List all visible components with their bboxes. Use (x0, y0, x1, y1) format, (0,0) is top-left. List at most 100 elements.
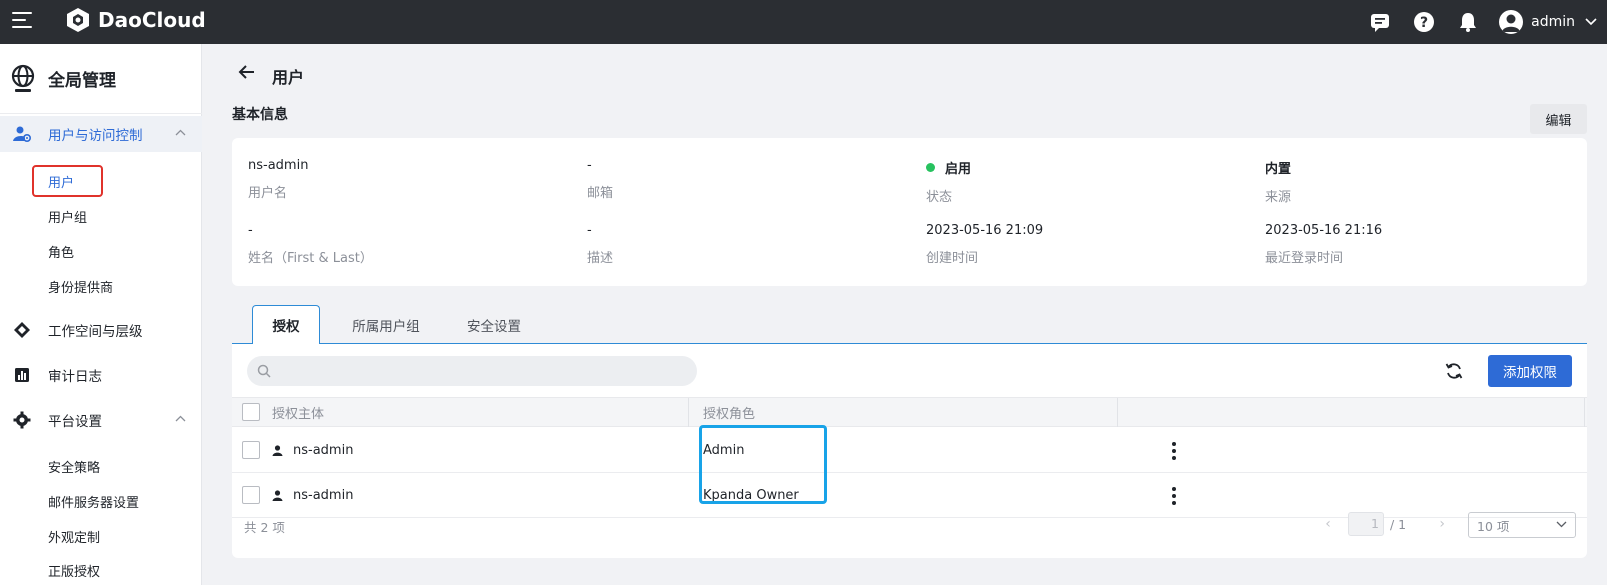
top-bar: DaoCloud ? admin (0, 0, 1607, 44)
info-value: 2023-05-16 21:09 (926, 223, 1044, 238)
back-arrow-icon[interactable] (238, 64, 256, 80)
info-label: 姓名（First & Last） (248, 251, 373, 266)
chevron-down-icon (1585, 18, 1597, 26)
section-title: 基本信息 (232, 107, 288, 123)
sidebar-item-user-access[interactable]: 用户与访问控制 (0, 116, 202, 152)
row-checkbox[interactable] (242, 441, 260, 459)
daocloud-logo-icon (67, 8, 89, 32)
prev-page-icon[interactable]: ‹ (1320, 516, 1336, 532)
sidebar-item-label: 工作空间与层级 (48, 324, 143, 340)
sidebar-header: 全局管理 (0, 44, 202, 114)
tab-authorization[interactable]: 授权 (252, 305, 320, 345)
row-checkbox[interactable] (242, 486, 260, 504)
gear-icon (12, 411, 32, 429)
edit-button[interactable]: 编辑 (1530, 104, 1587, 134)
column-divider (1584, 398, 1585, 427)
info-label: 来源 (1265, 190, 1292, 205)
help-icon[interactable]: ? (1411, 9, 1437, 35)
notification-bell-icon[interactable] (1455, 9, 1481, 35)
workspace-diamond-icon (12, 321, 32, 339)
audit-log-icon (12, 367, 32, 383)
page-size-select[interactable]: 10 项 (1468, 512, 1576, 538)
page-input[interactable]: 1 (1348, 512, 1384, 536)
username: admin (1531, 14, 1575, 30)
sidebar-item-mail-server[interactable]: 邮件服务器设置 (48, 492, 139, 511)
column-header-subject: 授权主体 (272, 407, 325, 422)
info-value: - (587, 223, 592, 238)
info-value: - (587, 158, 592, 173)
info-value: ns-admin (248, 158, 309, 173)
tab-user-groups[interactable]: 所属用户组 (336, 305, 436, 344)
globe-icon (11, 64, 35, 92)
pagination: ‹ 1 / 1 › (1320, 512, 1450, 536)
sidebar-item-license[interactable]: 正版授权 (48, 561, 100, 580)
info-label: 状态 (926, 190, 953, 205)
tab-bar: 授权 所属用户组 安全设置 (232, 305, 1587, 345)
subject-name: ns-admin (293, 443, 354, 458)
info-last-login: 2023-05-16 21:16 最近登录时间 (1265, 223, 1382, 266)
brand-logo[interactable]: DaoCloud (64, 6, 206, 34)
sidebar-item-appearance[interactable]: 外观定制 (48, 527, 100, 546)
more-actions-icon[interactable] (1170, 442, 1178, 460)
sidebar-item-identity-providers[interactable]: 身份提供商 (48, 277, 113, 296)
page-title: 用户 (272, 68, 305, 87)
sidebar-item-platform-settings[interactable]: 平台设置 (0, 402, 202, 438)
search-box[interactable] (247, 356, 697, 386)
info-value: - (248, 223, 253, 238)
status-dot (926, 163, 935, 172)
chevron-up-icon (175, 129, 186, 136)
svg-text:?: ? (1420, 15, 1428, 31)
message-icon[interactable] (1367, 9, 1393, 35)
sidebar-item-roles[interactable]: 角色 (48, 242, 74, 261)
next-page-icon[interactable]: › (1434, 516, 1450, 532)
user-icon (272, 490, 283, 501)
table-header: 授权主体 授权角色 (232, 397, 1587, 427)
column-divider (1117, 398, 1118, 427)
info-source: 内置 来源 (1265, 158, 1291, 205)
info-status: 启用 状态 (926, 158, 971, 205)
info-label: 用户名 (248, 186, 288, 201)
sidebar-item-label: 平台设置 (48, 414, 102, 430)
sidebar-item-user-groups[interactable]: 用户组 (48, 207, 87, 226)
info-email: - 邮箱 (587, 158, 613, 201)
more-actions-icon[interactable] (1170, 487, 1178, 505)
info-value: 2023-05-16 21:16 (1265, 223, 1383, 238)
user-icon (272, 445, 283, 456)
user-menu[interactable]: admin (1499, 10, 1597, 34)
subject-name: ns-admin (293, 488, 354, 503)
chevron-down-icon (1556, 521, 1567, 528)
info-label: 邮箱 (587, 186, 614, 201)
sidebar-item-audit-log[interactable]: 审计日志 (0, 357, 202, 393)
info-description: - 描述 (587, 223, 613, 266)
sidebar: 全局管理 用户与访问控制 用户 用户组 角色 身份提供商 工作空间与层级 审计日… (0, 44, 202, 585)
search-icon (257, 364, 271, 378)
table-row: ns-admin Admin (232, 428, 1587, 473)
authorization-table-card: 添加权限 授权主体 授权角色 ns-admin Admin ns-admin K… (232, 344, 1587, 558)
sidebar-item-security-policy[interactable]: 安全策略 (48, 457, 100, 476)
info-label: 创建时间 (926, 251, 979, 266)
page-size-value: 10 项 (1477, 518, 1510, 534)
refresh-icon[interactable] (1444, 361, 1464, 381)
info-created-time: 2023-05-16 21:09 创建时间 (926, 223, 1043, 266)
sidebar-item-label: 审计日志 (48, 369, 102, 385)
brand-name: DaoCloud (98, 8, 206, 32)
status-badge: 启用 (945, 162, 972, 177)
avatar (1499, 10, 1524, 34)
sidebar-item-workspaces[interactable]: 工作空间与层级 (0, 312, 202, 348)
info-fullname: - 姓名（First & Last） (248, 223, 373, 266)
basic-info-card: ns-admin 用户名 - 邮箱 启用 状态 内置 来源 - 姓名（First… (232, 138, 1587, 286)
column-header-role: 授权角色 (703, 407, 756, 422)
add-permission-button[interactable]: 添加权限 (1488, 355, 1572, 387)
info-label: 描述 (587, 251, 614, 266)
tab-security-settings[interactable]: 安全设置 (454, 305, 534, 344)
info-value: 内置 (1265, 162, 1292, 177)
info-label: 最近登录时间 (1265, 251, 1344, 266)
page-total: / 1 (1390, 516, 1407, 532)
sidebar-item-users[interactable]: 用户 (48, 172, 74, 191)
select-all-checkbox[interactable] (242, 403, 260, 421)
chevron-up-icon (175, 415, 186, 422)
sidebar-title: 全局管理 (48, 71, 116, 91)
column-divider (688, 398, 689, 427)
search-input[interactable] (279, 363, 679, 379)
menu-icon[interactable] (12, 12, 32, 28)
